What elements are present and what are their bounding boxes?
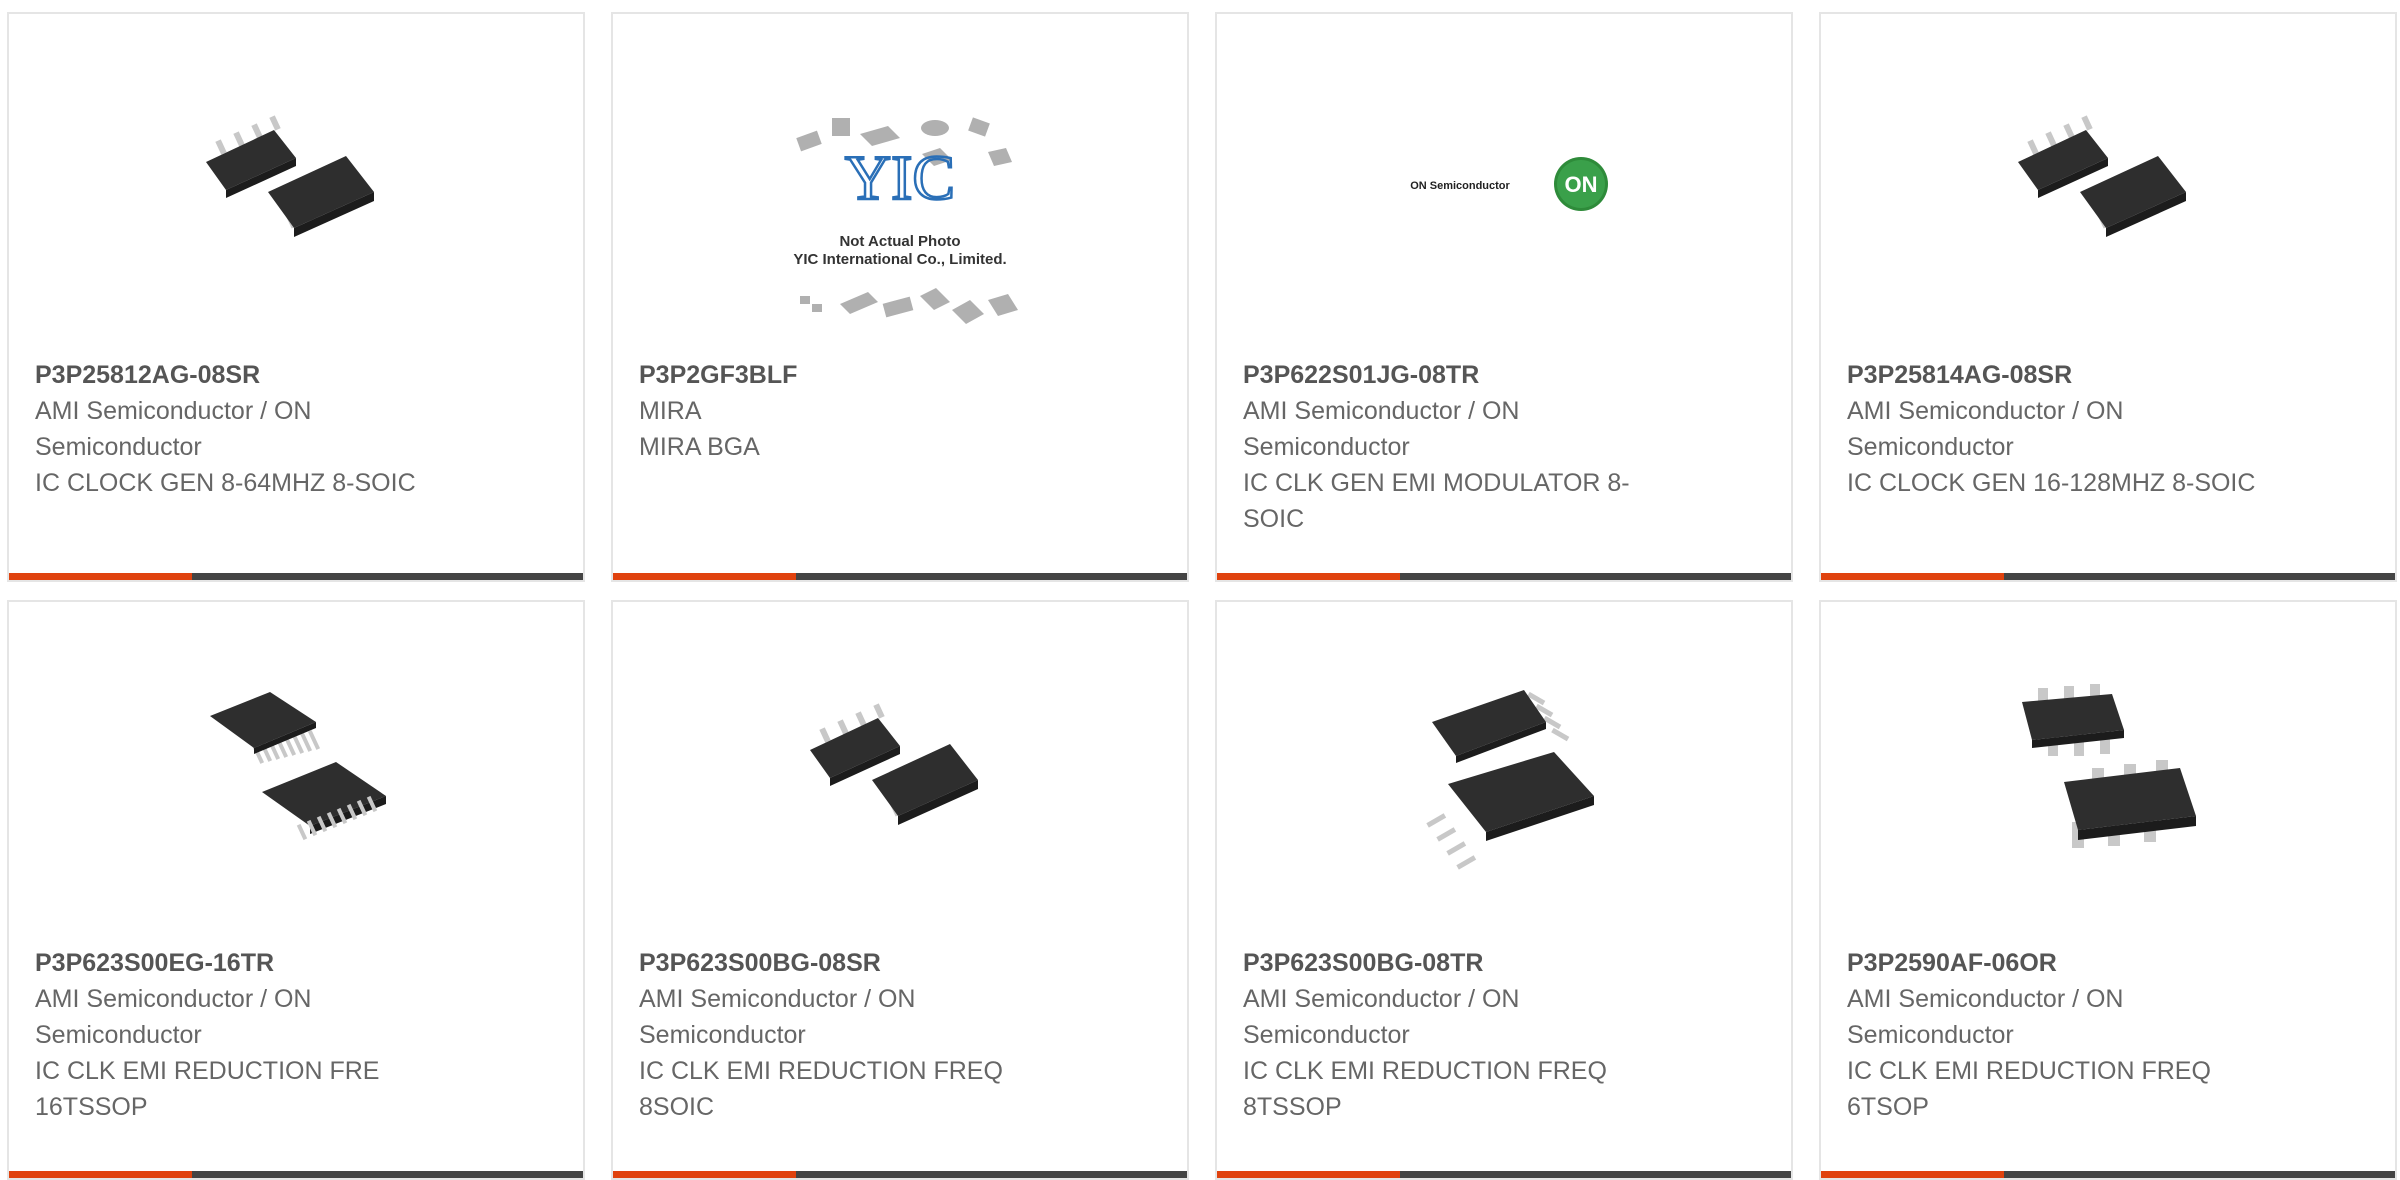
- description: MIRA BGA: [639, 433, 760, 461]
- description: IC CLK EMI REDUCTION FREQ 8SOIC: [639, 1057, 1003, 1121]
- part-number[interactable]: P3P25814AG-08SR: [1847, 357, 2287, 393]
- on-semiconductor-logo: ON Semiconductor ON: [1410, 157, 1608, 211]
- product-card[interactable]: YIC Not Actual Photo YIC International C…: [611, 12, 1189, 582]
- card-accent-bar: [9, 573, 192, 580]
- product-card[interactable]: P3P2590AF-06OR AMI Semiconductor / ON Se…: [1819, 600, 2397, 1180]
- part-number[interactable]: P3P25812AG-08SR: [35, 357, 475, 393]
- product-card[interactable]: P3P25814AG-08SR AMI Semiconductor / ON S…: [1819, 12, 2397, 582]
- product-card[interactable]: P3P623S00BG-08TR AMI Semiconductor / ON …: [1215, 600, 1793, 1180]
- description: IC CLK EMI REDUCTION FREQ 8TSSOP: [1243, 1057, 1607, 1121]
- manufacturer: AMI Semiconductor / ON Semiconductor: [35, 985, 312, 1049]
- product-image[interactable]: YIC Not Actual Photo YIC International C…: [760, 104, 1040, 344]
- product-card[interactable]: ON Semiconductor ON P3P622S01JG-08TR AMI…: [1215, 12, 1793, 582]
- card-bottom-bar: [9, 1171, 583, 1178]
- product-image[interactable]: [2008, 672, 2208, 872]
- product-card[interactable]: P3P25812AG-08SR AMI Semiconductor / ON S…: [7, 12, 585, 582]
- card-bottom-bar: [1821, 573, 2395, 580]
- manufacturer: AMI Semiconductor / ON Semiconductor: [35, 397, 312, 461]
- part-number[interactable]: P3P622S01JG-08TR: [1243, 357, 1683, 393]
- description: IC CLOCK GEN 8-64MHZ 8-SOIC: [35, 469, 416, 497]
- manufacturer: AMI Semiconductor / ON Semiconductor: [1243, 985, 1520, 1049]
- product-image[interactable]: [2008, 84, 2208, 284]
- description: IC CLK EMI REDUCTION FREQ 6TSOP: [1847, 1057, 2211, 1121]
- svg-text:Not Actual Photo: Not Actual Photo: [839, 233, 960, 250]
- tsop6-chip-icon: [2022, 684, 2196, 848]
- card-bottom-bar: [613, 573, 1187, 580]
- card-bottom-bar: [1217, 1171, 1791, 1178]
- part-number[interactable]: P3P2GF3BLF: [639, 357, 1079, 393]
- tssop8-chip-icon: [1426, 690, 1594, 870]
- yic-placeholder-icon: YIC Not Actual Photo YIC International C…: [793, 117, 1018, 324]
- product-image[interactable]: ON Semiconductor ON: [1354, 84, 1654, 284]
- product-card[interactable]: P3P623S00EG-16TR AMI Semiconductor / ON …: [7, 600, 585, 1180]
- svg-text:ON Semiconductor: ON Semiconductor: [1410, 180, 1510, 192]
- card-accent-bar: [613, 1171, 796, 1178]
- soic8-chip-icon: [2018, 115, 2186, 237]
- product-card[interactable]: P3P623S00BG-08SR AMI Semiconductor / ON …: [611, 600, 1189, 1180]
- card-accent-bar: [1217, 573, 1400, 580]
- soic8-chip-icon: [206, 115, 374, 237]
- product-image[interactable]: [800, 672, 1000, 872]
- part-number[interactable]: P3P623S00BG-08SR: [639, 945, 1079, 981]
- product-image[interactable]: [196, 84, 396, 284]
- svg-text:ON: ON: [1565, 172, 1598, 197]
- card-bottom-bar: [1821, 1171, 2395, 1178]
- card-accent-bar: [1821, 1171, 2004, 1178]
- card-accent-bar: [9, 1171, 192, 1178]
- tssop16-chip-icon: [210, 692, 386, 841]
- manufacturer: AMI Semiconductor / ON Semiconductor: [1847, 985, 2124, 1049]
- description: IC CLK EMI REDUCTION FRE 16TSSOP: [35, 1057, 380, 1121]
- manufacturer: AMI Semiconductor / ON Semiconductor: [1243, 397, 1520, 461]
- manufacturer: MIRA: [639, 397, 702, 425]
- card-bottom-bar: [613, 1171, 1187, 1178]
- manufacturer: AMI Semiconductor / ON Semiconductor: [639, 985, 916, 1049]
- soic8-chip-icon: [810, 703, 978, 825]
- product-grid: P3P25812AG-08SR AMI Semiconductor / ON S…: [0, 0, 2400, 1180]
- card-bottom-bar: [9, 573, 583, 580]
- part-number[interactable]: P3P623S00EG-16TR: [35, 945, 475, 981]
- svg-text:YIC International Co., Limited: YIC International Co., Limited.: [793, 251, 1006, 268]
- description: IC CLK GEN EMI MODULATOR 8-SOIC: [1243, 469, 1630, 533]
- product-image[interactable]: [196, 672, 396, 872]
- svg-text:YIC: YIC: [845, 142, 955, 213]
- card-bottom-bar: [1217, 573, 1791, 580]
- description: IC CLOCK GEN 16-128MHZ 8-SOIC: [1847, 469, 2256, 497]
- product-image[interactable]: [1404, 672, 1604, 872]
- card-accent-bar: [1217, 1171, 1400, 1178]
- manufacturer: AMI Semiconductor / ON Semiconductor: [1847, 397, 2124, 461]
- part-number[interactable]: P3P2590AF-06OR: [1847, 945, 2287, 981]
- card-accent-bar: [613, 573, 796, 580]
- card-accent-bar: [1821, 573, 2004, 580]
- part-number[interactable]: P3P623S00BG-08TR: [1243, 945, 1683, 981]
